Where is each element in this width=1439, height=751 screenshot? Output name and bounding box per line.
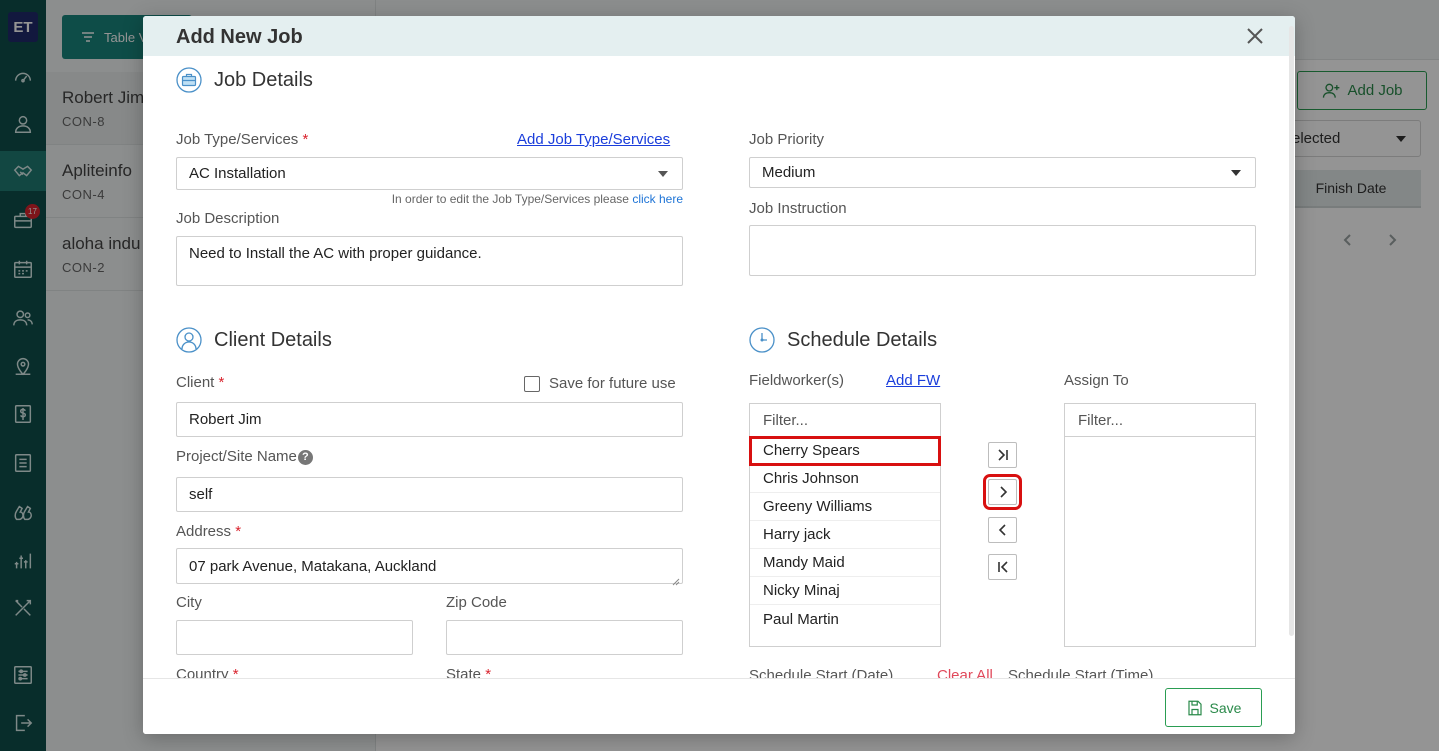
chevron-left-icon — [998, 524, 1006, 536]
address-value: 07 park Avenue, Matakana, Auckland — [189, 557, 437, 575]
required-marker: * — [218, 374, 225, 391]
help-icon[interactable]: ? — [297, 449, 313, 465]
job-priority-select[interactable]: Medium — [749, 157, 1256, 188]
client-value: Robert Jim — [189, 411, 262, 428]
move-all-right-icon — [997, 449, 1008, 461]
save-label: Save — [1209, 699, 1242, 716]
add-fw-link[interactable]: Add FW — [886, 372, 940, 389]
job-details-title: Job Details — [214, 68, 313, 91]
save-for-future-label: Save for future use — [549, 375, 676, 392]
client-label-text: Client — [176, 374, 215, 391]
chevron-right-icon — [999, 486, 1007, 498]
add-job-type-link[interactable]: Add Job Type/Services — [517, 131, 670, 148]
modal-body: Job Details Job Type/Services * Add Job … — [143, 56, 1295, 678]
fieldworkers-filter-input[interactable]: Filter... — [750, 404, 940, 437]
save-icon — [1187, 700, 1202, 715]
assign-to-filter-input[interactable]: Filter... — [1065, 404, 1255, 437]
country-label: Country * — [176, 666, 239, 678]
job-instruction-textarea[interactable] — [749, 225, 1256, 276]
schedule-start-time-label: Schedule Start (Time) — [1008, 667, 1154, 678]
required-marker: * — [485, 666, 492, 678]
state-label: State * — [446, 666, 491, 678]
save-for-future-checkbox-row[interactable]: Save for future use — [524, 375, 676, 392]
assign-to-label: Assign To — [1064, 372, 1129, 389]
briefcase-icon — [176, 67, 202, 93]
required-marker: * — [302, 131, 309, 148]
move-all-left-icon — [997, 561, 1008, 573]
fieldworker-item-chris-johnson[interactable]: Chris Johnson — [750, 465, 940, 493]
modal-header: Add New Job — [143, 16, 1295, 56]
job-priority-label: Job Priority — [749, 131, 825, 148]
save-for-future-checkbox[interactable] — [524, 375, 540, 392]
required-marker: * — [232, 666, 239, 678]
hint-text: In order to edit the Job Type/Services p… — [391, 192, 629, 206]
chevron-down-icon — [658, 170, 668, 177]
country-label-text: Country — [176, 666, 229, 678]
move-all-left-button[interactable] — [988, 554, 1017, 580]
modal-title: Add New Job — [176, 26, 303, 48]
client-input[interactable]: Robert Jim — [176, 402, 683, 437]
schedule-details-heading: Schedule Details — [749, 327, 937, 353]
chevron-down-icon — [1231, 169, 1241, 176]
schedule-details-title: Schedule Details — [787, 328, 938, 351]
project-site-label: Project/Site Name? — [176, 448, 313, 465]
required-marker: * — [235, 523, 242, 540]
project-site-label-text: Project/Site Name — [176, 448, 297, 465]
clear-all-link[interactable]: Clear All — [937, 667, 993, 678]
click-here-link[interactable]: click here — [632, 192, 683, 206]
job-type-value: AC Installation — [189, 165, 286, 182]
modal-footer: Save — [143, 678, 1295, 734]
resize-grip-icon[interactable] — [672, 573, 680, 586]
job-description-textarea[interactable] — [176, 236, 683, 286]
job-type-label: Job Type/Services * — [176, 131, 308, 148]
close-button[interactable] — [1243, 24, 1267, 48]
job-priority-value: Medium — [762, 164, 816, 181]
job-type-label-text: Job Type/Services — [176, 131, 299, 148]
state-label-text: State — [446, 666, 482, 678]
assign-to-listbox[interactable]: Filter... — [1064, 403, 1256, 647]
job-type-hint: In order to edit the Job Type/Services p… — [369, 192, 683, 206]
job-type-select[interactable]: AC Installation — [176, 157, 683, 190]
client-label: Client * — [176, 374, 224, 391]
fieldworker-item-cherry-spears[interactable]: Cherry Spears — [749, 436, 941, 466]
move-left-button[interactable] — [988, 517, 1017, 543]
address-label-text: Address — [176, 523, 232, 540]
job-description-label: Job Description — [176, 210, 280, 227]
fieldworker-item-mandy-maid[interactable]: Mandy Maid — [750, 549, 940, 577]
client-details-heading: Client Details — [176, 327, 332, 353]
city-label: City — [176, 594, 202, 611]
fieldworker-item-harry-jack[interactable]: Harry jack — [750, 521, 940, 549]
save-button[interactable]: Save — [1165, 688, 1262, 727]
job-details-heading: Job Details — [176, 67, 313, 93]
clock-icon — [749, 327, 775, 353]
job-instruction-label: Job Instruction — [749, 200, 847, 217]
zip-code-input[interactable] — [446, 620, 683, 655]
fieldworkers-label: Fieldworker(s) — [749, 372, 845, 389]
add-job-modal: Add New Job Job Details Job Type/Service… — [143, 16, 1295, 734]
user-outline-icon — [176, 327, 202, 353]
move-all-right-button[interactable] — [988, 442, 1017, 468]
modal-scrollbar[interactable] — [1289, 26, 1294, 636]
project-site-input[interactable]: self — [176, 477, 683, 512]
schedule-start-date-label: Schedule Start (Date) — [749, 667, 894, 678]
fieldworker-item-nicky-minaj[interactable]: Nicky Minaj — [750, 577, 940, 605]
project-site-value: self — [189, 486, 213, 503]
close-icon — [1247, 28, 1263, 44]
fieldworkers-listbox[interactable]: Filter... Cherry Spears Chris Johnson Gr… — [749, 403, 941, 647]
fieldworker-item-greeny-williams[interactable]: Greeny Williams — [750, 493, 940, 521]
fieldworker-item-paul-martin[interactable]: Paul Martin — [750, 605, 940, 633]
address-textarea[interactable]: 07 park Avenue, Matakana, Auckland — [176, 548, 683, 586]
zip-code-label: Zip Code — [446, 594, 507, 611]
move-right-button[interactable] — [983, 474, 1022, 510]
client-details-title: Client Details — [214, 328, 332, 351]
city-input[interactable] — [176, 620, 413, 655]
address-label: Address * — [176, 523, 241, 540]
